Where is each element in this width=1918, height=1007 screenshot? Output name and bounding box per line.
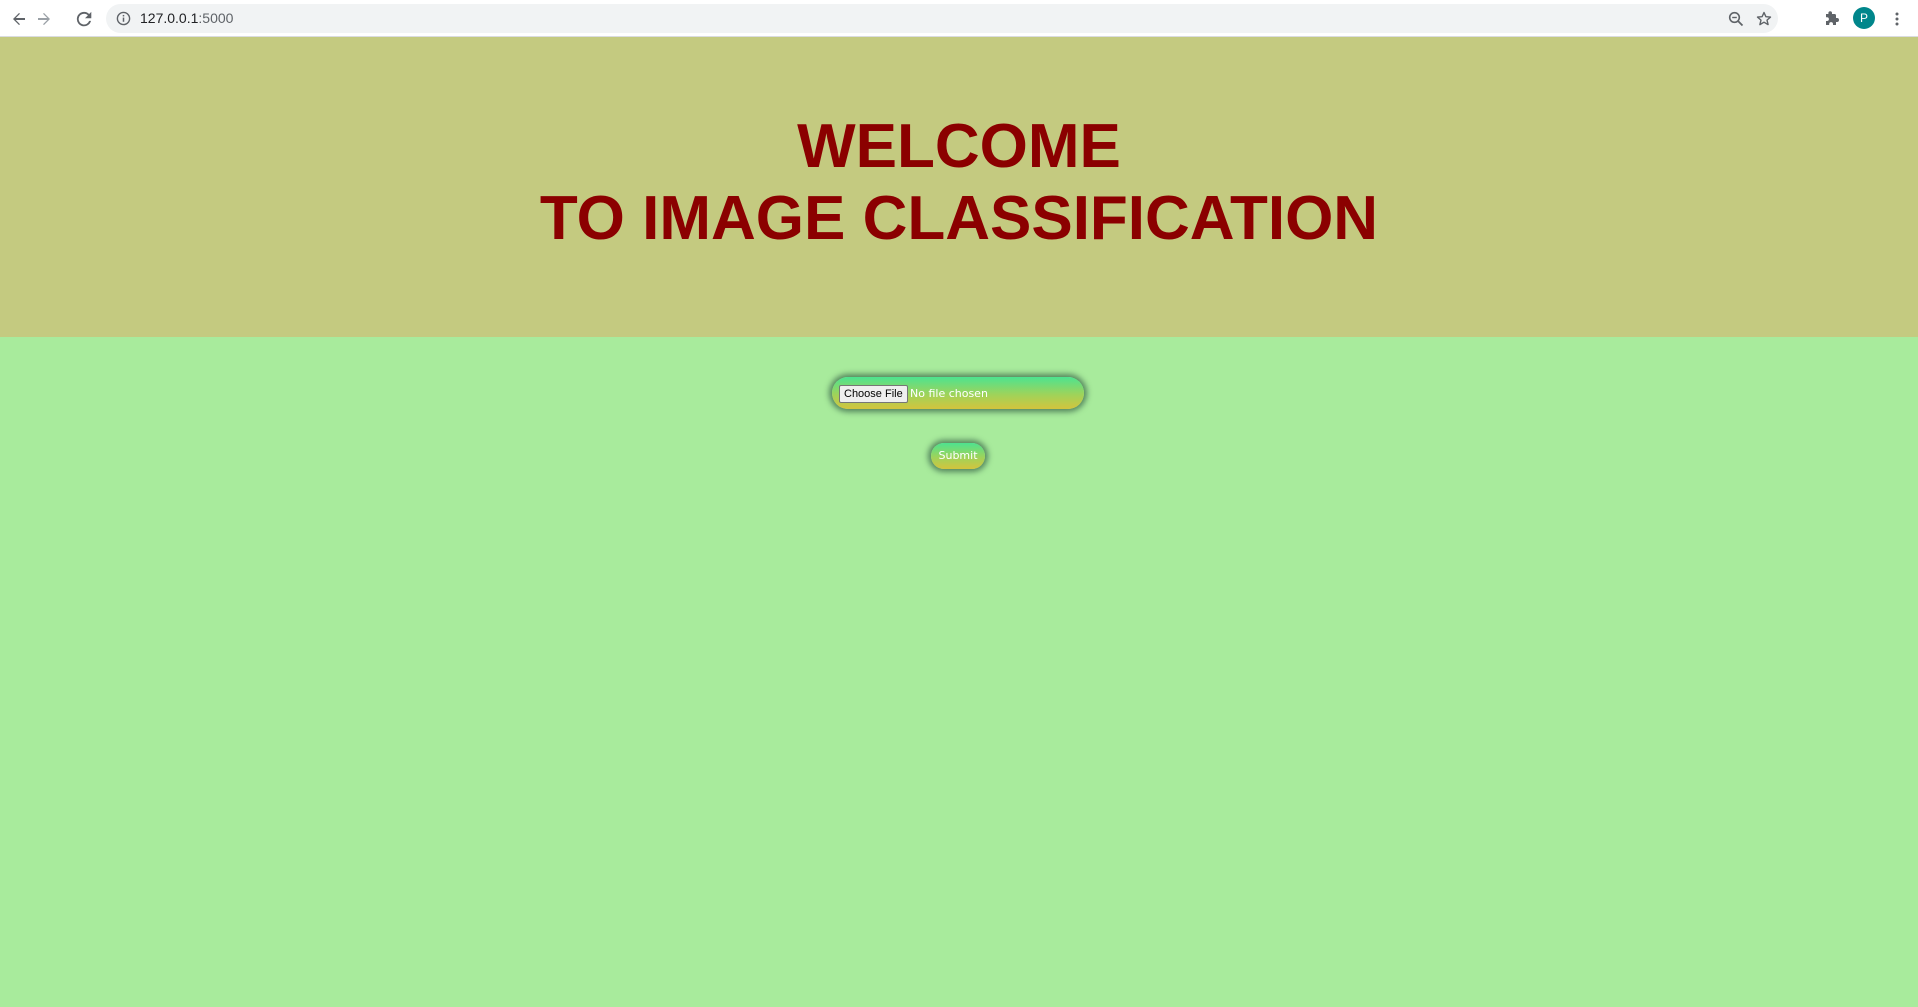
url-host: 127.0.0.1 (140, 10, 199, 26)
browser-menu-button[interactable] (1884, 6, 1910, 32)
forward-button[interactable] (31, 6, 57, 32)
upload-section: Choose File No file chosen Submit (0, 337, 1918, 1007)
more-vert-icon (1889, 11, 1905, 27)
page-title-line-2: TO IMAGE CLASSIFICATION (539, 184, 1379, 253)
page-title-line-1: WELCOME (797, 112, 1121, 181)
page-viewport: WELCOME TO IMAGE CLASSIFICATION Choose F… (0, 37, 1918, 1007)
back-arrow-icon (11, 11, 27, 27)
reload-icon (76, 11, 92, 27)
file-input[interactable]: Choose File No file chosen (832, 377, 1084, 409)
info-icon[interactable] (116, 11, 131, 26)
puzzle-icon (1824, 11, 1840, 27)
file-status-text: No file chosen (910, 387, 988, 400)
choose-file-button[interactable]: Choose File (839, 385, 908, 403)
extensions-button[interactable] (1819, 6, 1845, 32)
zoom-icon[interactable] (1726, 9, 1746, 29)
avatar[interactable]: P (1853, 7, 1875, 29)
submit-button[interactable]: Submit (931, 443, 985, 469)
address-bar[interactable]: 127.0.0.1:5000 (106, 4, 1778, 33)
reload-button[interactable] (71, 6, 97, 32)
browser-toolbar: 127.0.0.1:5000 P (0, 0, 1918, 37)
star-icon[interactable] (1754, 9, 1774, 29)
back-button[interactable] (6, 6, 32, 32)
header-band: WELCOME TO IMAGE CLASSIFICATION (0, 37, 1918, 337)
forward-arrow-icon (36, 11, 52, 27)
url-port: :5000 (198, 10, 234, 26)
url-text[interactable]: 127.0.0.1:5000 (140, 10, 233, 27)
